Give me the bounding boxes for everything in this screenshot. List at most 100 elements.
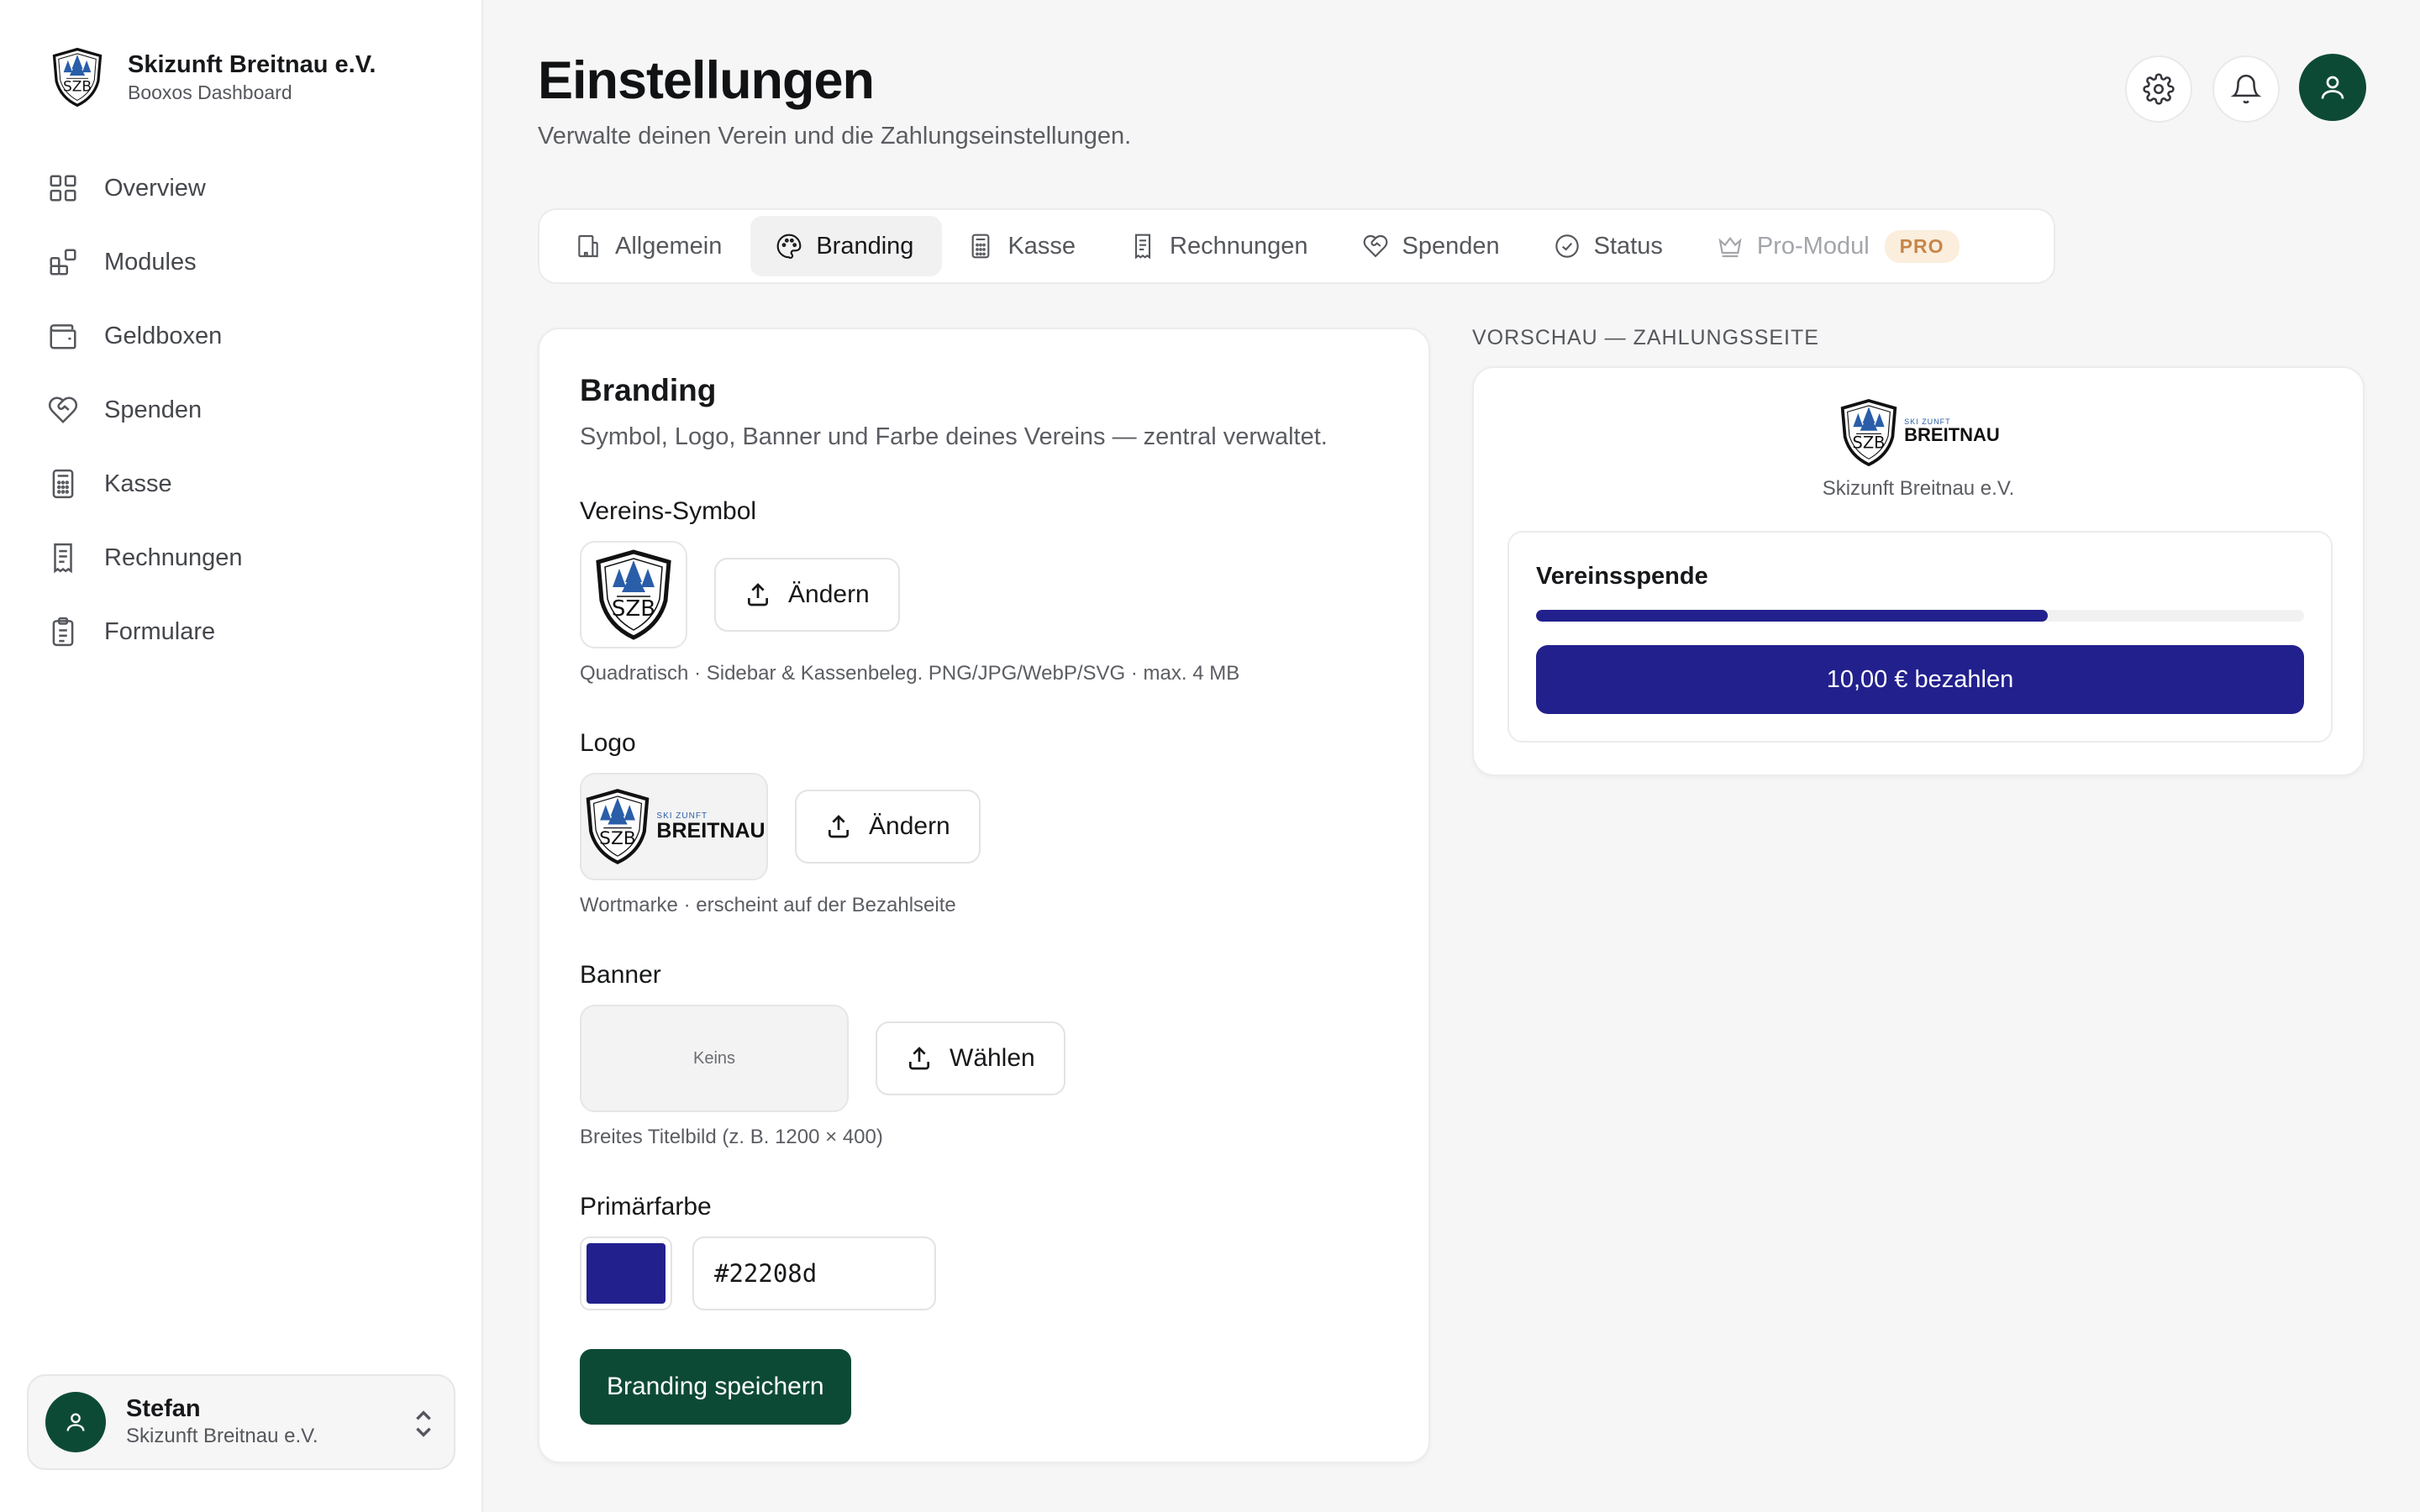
change-symbol-button[interactable]: Ändern: [714, 558, 900, 632]
save-branding-button[interactable]: Branding speichern: [580, 1349, 851, 1425]
sidebar-item-label: Overview: [104, 174, 206, 202]
heart-handshake-icon: [1363, 234, 1387, 258]
banner-hint: Breites Titelbild (z. B. 1200 × 400): [580, 1126, 883, 1148]
preview-wordmark: SKI ZUNFT BREITNAU: [1904, 398, 2000, 467]
card-title: Branding: [580, 373, 717, 407]
preview-pay-button[interactable]: 10,00 € bezahlen: [1536, 645, 2304, 714]
banner-label: Banner: [580, 961, 661, 989]
symbol-hint: Quadratisch · Sidebar & Kassenbeleg. PNG…: [580, 662, 1240, 685]
sidebar-item-label: Geldboxen: [104, 322, 223, 349]
logo-label: Logo: [580, 729, 636, 757]
club-crest-image: [1837, 398, 1901, 467]
sidebar-item-label: Formulare: [104, 617, 216, 645]
progress-bar-fill: [1536, 610, 2048, 622]
sidebar-item-kasse[interactable]: Kasse: [27, 447, 457, 521]
sidebar-item-spenden[interactable]: Spenden: [27, 373, 457, 447]
chevron-up-down-icon: [416, 1410, 431, 1437]
bell-icon: [2230, 74, 2262, 104]
sidebar-item-overview[interactable]: Overview: [27, 151, 457, 225]
calculator-icon: [52, 469, 74, 499]
sidebar: Skizunft Breitnau e.V. Booxos Dashboard …: [0, 0, 483, 1512]
preview-label: VORSCHAU — ZAHLUNGSSEITE: [1472, 326, 1819, 349]
club-crest-image: [582, 788, 653, 865]
change-logo-button[interactable]: Ändern: [795, 790, 981, 864]
notifications-button[interactable]: [2212, 55, 2280, 123]
preview-campaign-title: Vereinsspende: [1536, 563, 1708, 590]
color-swatch-picker[interactable]: [580, 1236, 672, 1310]
color-swatch-fill: [587, 1243, 666, 1304]
wordmark: SKI ZUNFT BREITNAU: [656, 811, 765, 843]
user-switcher[interactable]: Stefan Skizunft Breitnau e.V.: [27, 1374, 455, 1470]
tab-label: Allgemein: [615, 232, 723, 260]
branding-card: Branding Symbol, Logo, Banner und Farbe …: [538, 328, 1430, 1463]
sidebar-item-label: Spenden: [104, 396, 203, 423]
profile-avatar-button[interactable]: [2299, 54, 2366, 121]
tab-spenden[interactable]: Spenden: [1337, 216, 1528, 276]
tab-allgemein[interactable]: Allgemein: [550, 216, 750, 276]
avatar: [45, 1392, 106, 1452]
heart-handshake-icon: [48, 396, 78, 424]
logo-hint: Wortmarke · erscheint auf der Bezahlseit…: [580, 894, 956, 916]
receipt-icon: [1134, 234, 1151, 260]
modules-icon: [50, 249, 76, 276]
wallet-icon: [50, 324, 76, 349]
upload-icon: [829, 815, 849, 838]
sidebar-item-modules[interactable]: Modules: [27, 225, 457, 299]
page-title: Einstellungen: [538, 51, 875, 110]
gear-icon: [2143, 73, 2175, 105]
upload-icon: [909, 1047, 929, 1070]
grid-icon: [50, 175, 76, 202]
button-label: Wählen: [950, 1044, 1035, 1072]
user-name: Stefan: [126, 1395, 201, 1422]
tab-label: Kasse: [1007, 232, 1076, 260]
tab-kasse[interactable]: Kasse: [942, 216, 1104, 276]
payment-page-preview: SKI ZUNFT BREITNAU Skizunft Breitnau e.V…: [1472, 366, 2365, 776]
wordmark-main: BREITNAU: [656, 818, 765, 843]
tab-label: Branding: [816, 232, 914, 260]
sidebar-item-geldboxen[interactable]: Geldboxen: [27, 299, 457, 373]
user-club: Skizunft Breitnau e.V.: [126, 1425, 318, 1447]
tab-rechnungen[interactable]: Rechnungen: [1104, 216, 1336, 276]
symbol-label: Vereins-Symbol: [580, 497, 757, 525]
settings-button[interactable]: [2125, 55, 2192, 123]
brand[interactable]: Skizunft Breitnau e.V. Booxos Dashboard: [47, 47, 376, 108]
club-crest-image: [592, 549, 676, 641]
tab-label: Rechnungen: [1170, 232, 1308, 260]
preview-club-name: Skizunft Breitnau e.V.: [1822, 477, 2015, 500]
user-icon: [2321, 76, 2344, 99]
tab-pro-modul[interactable]: Pro-Modul PRO: [1691, 216, 1988, 276]
preview-logo: SKI ZUNFT BREITNAU: [1474, 398, 2363, 467]
preview-donation-card: Vereinsspende 10,00 € bezahlen: [1507, 531, 2333, 743]
pro-badge: PRO: [1884, 229, 1960, 263]
brand-name: Skizunft Breitnau e.V.: [128, 51, 376, 78]
clipboard-icon: [52, 617, 74, 647]
sidebar-item-formulare[interactable]: Formulare: [27, 595, 457, 669]
button-label: Ändern: [788, 580, 870, 608]
tab-status[interactable]: Status: [1528, 216, 1691, 276]
symbol-preview: [580, 541, 687, 648]
building-icon: [578, 234, 598, 258]
sidebar-item-label: Modules: [104, 248, 197, 276]
tab-label: Spenden: [1402, 232, 1500, 260]
crown-icon: [1718, 236, 1742, 258]
settings-tabs: Allgemein Branding Kasse Rechnungen Spen…: [538, 208, 2055, 284]
choose-banner-button[interactable]: Wählen: [876, 1021, 1065, 1095]
button-label: Ändern: [869, 812, 950, 840]
upload-icon: [748, 583, 768, 606]
brand-subtitle: Booxos Dashboard: [128, 81, 292, 103]
calculator-icon: [972, 234, 990, 259]
primary-color-input[interactable]: [692, 1236, 936, 1310]
progress-bar: [1536, 610, 2304, 622]
banner-placeholder: Keins: [692, 1048, 736, 1068]
banner-preview: Keins: [580, 1005, 849, 1112]
tab-label: Pro-Modul: [1756, 232, 1870, 260]
sidebar-item-label: Kasse: [104, 470, 172, 497]
sidebar-item-rechnungen[interactable]: Rechnungen: [27, 521, 457, 595]
sidebar-item-label: Rechnungen: [104, 543, 243, 571]
tab-label: Status: [1593, 232, 1663, 260]
sidebar-nav: Overview Modules Geldboxen Spenden Kasse…: [27, 151, 457, 669]
receipt-icon: [54, 543, 72, 574]
logo-preview: SKI ZUNFT BREITNAU: [580, 773, 768, 880]
tab-branding[interactable]: Branding: [750, 216, 943, 276]
palette-icon: [776, 234, 802, 259]
